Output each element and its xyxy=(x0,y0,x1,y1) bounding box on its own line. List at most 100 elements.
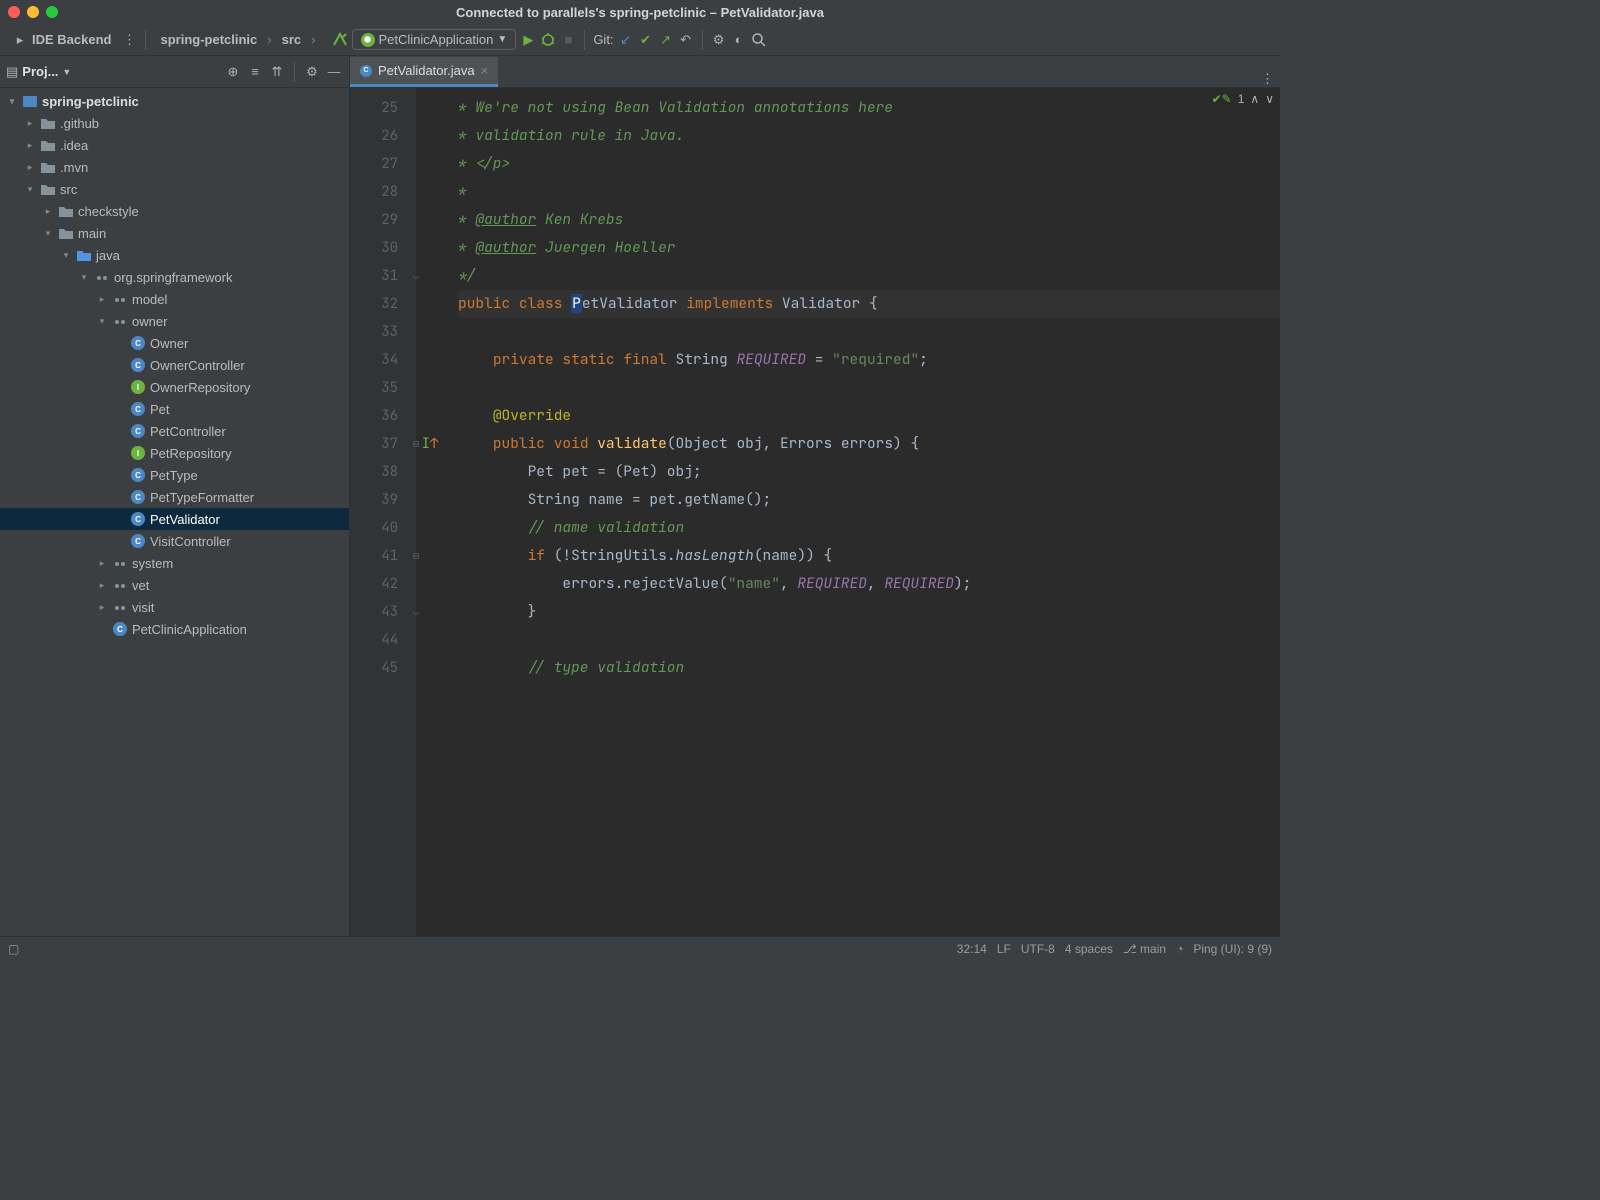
tree-node[interactable]: CPet xyxy=(0,398,349,420)
line-number[interactable]: 38 xyxy=(350,458,416,486)
file-encoding[interactable]: UTF-8 xyxy=(1021,942,1055,956)
gutter[interactable]: 25262728293031⌄323334353637I↑⊟38394041⊟4… xyxy=(350,88,416,936)
line-number[interactable]: 31⌄ xyxy=(350,262,416,290)
code-line[interactable]: */ xyxy=(458,262,1280,290)
line-number[interactable]: 37I↑⊟ xyxy=(350,430,416,458)
expand-arrow-icon[interactable]: ▾ xyxy=(6,96,18,107)
line-number[interactable]: 34 xyxy=(350,346,416,374)
indent-info[interactable]: 4 spaces xyxy=(1065,942,1113,956)
hide-panel-icon[interactable]: — xyxy=(325,63,343,81)
line-number[interactable]: 40 xyxy=(350,514,416,542)
next-highlight-icon[interactable]: ∨ xyxy=(1265,92,1274,106)
tree-node[interactable]: ▸vet xyxy=(0,574,349,596)
project-tree[interactable]: ▾spring-petclinic▸.github▸.idea▸.mvn▾src… xyxy=(0,88,349,936)
code-with-me-icon[interactable]: ◐ xyxy=(731,32,747,48)
code-line[interactable]: * We're not using Bean Validation annota… xyxy=(458,94,1280,122)
line-number[interactable]: 27 xyxy=(350,150,416,178)
code-line[interactable]: // type validation xyxy=(458,654,1280,682)
line-number[interactable]: 33 xyxy=(350,318,416,346)
expand-arrow-icon[interactable]: ▸ xyxy=(96,294,108,305)
line-number[interactable]: 30 xyxy=(350,234,416,262)
tree-node[interactable]: ▸checkstyle xyxy=(0,200,349,222)
tree-node[interactable]: ▾java xyxy=(0,244,349,266)
code-line[interactable]: // name validation xyxy=(458,514,1280,542)
fold-icon[interactable]: ⌄ xyxy=(402,262,430,290)
line-number[interactable]: 45 xyxy=(350,654,416,682)
run-icon[interactable]: ▶ xyxy=(520,32,536,48)
editor-tab[interactable]: C PetValidator.java × xyxy=(350,57,498,87)
line-number[interactable]: 42 xyxy=(350,570,416,598)
tree-node[interactable]: ▾spring-petclinic xyxy=(0,90,349,112)
code-line[interactable]: * </p> xyxy=(458,150,1280,178)
expand-arrow-icon[interactable]: ▾ xyxy=(60,250,72,261)
git-branch[interactable]: ⎇ main xyxy=(1123,942,1166,956)
expand-arrow-icon[interactable]: ▾ xyxy=(42,228,54,239)
tab-options-icon[interactable]: ⋮ xyxy=(1255,71,1280,87)
expand-arrow-icon[interactable]: ▸ xyxy=(96,558,108,569)
tree-node[interactable]: CVisitController xyxy=(0,530,349,552)
line-number[interactable]: 35 xyxy=(350,374,416,402)
expand-arrow-icon[interactable]: ▸ xyxy=(24,140,36,151)
git-pull-icon[interactable]: ↙ xyxy=(618,32,634,48)
breadcrumb[interactable]: spring-petclinic src xyxy=(154,30,327,49)
tree-node[interactable]: ▸.github xyxy=(0,112,349,134)
code-line[interactable]: String name = pet.getName(); xyxy=(458,486,1280,514)
code-line[interactable]: if (!StringUtils.hasLength(name)) { xyxy=(458,542,1280,570)
line-number[interactable]: 44 xyxy=(350,626,416,654)
breadcrumb-item[interactable]: spring-petclinic xyxy=(160,32,257,47)
expand-arrow-icon[interactable]: ▾ xyxy=(78,272,90,283)
tree-node-selected[interactable]: CPetValidator xyxy=(0,508,349,530)
project-panel-title[interactable]: Proj... xyxy=(22,64,58,79)
code-line[interactable] xyxy=(458,318,1280,346)
line-number[interactable]: 43⌄ xyxy=(350,598,416,626)
code-line[interactable]: public void validate(Object obj, Errors … xyxy=(458,430,1280,458)
tree-node[interactable]: CPetClinicApplication xyxy=(0,618,349,640)
code-line[interactable]: * @author Juergen Hoeller xyxy=(458,234,1280,262)
fold-icon[interactable]: ⊟ xyxy=(402,542,430,570)
ping-indicator[interactable]: Ping (UI): 9 (9) xyxy=(1193,942,1272,956)
git-push-icon[interactable]: ↗ xyxy=(658,32,674,48)
ide-backend-button[interactable]: ▸ IDE Backend xyxy=(6,30,117,50)
expand-arrow-icon[interactable]: ▸ xyxy=(42,206,54,217)
line-number[interactable]: 36 xyxy=(350,402,416,430)
tree-node[interactable]: CPetController xyxy=(0,420,349,442)
line-number[interactable]: 29 xyxy=(350,206,416,234)
code-line[interactable]: } xyxy=(458,598,1280,626)
more-icon[interactable]: ⋮ xyxy=(121,32,137,48)
code-line[interactable]: * xyxy=(458,178,1280,206)
caret-position[interactable]: 32:14 xyxy=(957,942,987,956)
code-line[interactable]: private static final String REQUIRED = "… xyxy=(458,346,1280,374)
tree-node[interactable]: ▾org.springframework xyxy=(0,266,349,288)
line-number[interactable]: 41⊟ xyxy=(350,542,416,570)
code-line[interactable]: public class PetValidator implements Val… xyxy=(458,290,1280,318)
line-separator[interactable]: LF xyxy=(997,942,1011,956)
tree-node[interactable]: ▾main xyxy=(0,222,349,244)
line-number[interactable]: 26 xyxy=(350,122,416,150)
expand-arrow-icon[interactable]: ▸ xyxy=(24,162,36,173)
prev-highlight-icon[interactable]: ∧ xyxy=(1250,92,1259,106)
tree-node[interactable]: ▸system xyxy=(0,552,349,574)
code-line[interactable]: errors.rejectValue("name", REQUIRED, REQ… xyxy=(458,570,1280,598)
code-line[interactable]: * validation rule in Java. xyxy=(458,122,1280,150)
tree-node[interactable]: ▾owner xyxy=(0,310,349,332)
notifications-icon[interactable]: ◔ xyxy=(1176,942,1183,956)
inspection-widget[interactable]: ✔✎ 1 ∧ ∨ xyxy=(1212,92,1274,106)
line-number[interactable]: 32 xyxy=(350,290,416,318)
code-area[interactable]: 25262728293031⌄323334353637I↑⊟38394041⊟4… xyxy=(350,88,1280,936)
expand-arrow-icon[interactable]: ▾ xyxy=(96,316,108,327)
git-commit-icon[interactable]: ✔ xyxy=(638,32,654,48)
close-tab-icon[interactable]: × xyxy=(481,63,489,78)
line-number[interactable]: 25 xyxy=(350,94,416,122)
expand-arrow-icon[interactable]: ▸ xyxy=(96,602,108,613)
tool-window-toggle-icon[interactable]: ▢ xyxy=(8,942,19,956)
tree-node[interactable]: ▸.idea xyxy=(0,134,349,156)
dropdown-icon[interactable]: ▼ xyxy=(62,67,71,77)
tree-node[interactable]: IOwnerRepository xyxy=(0,376,349,398)
search-icon[interactable] xyxy=(751,32,767,48)
expand-arrow-icon[interactable]: ▸ xyxy=(24,118,36,129)
stop-icon[interactable]: ■ xyxy=(560,32,576,48)
git-history-icon[interactable]: ↶ xyxy=(678,32,694,48)
code-content[interactable]: * We're not using Bean Validation annota… xyxy=(416,88,1280,936)
code-line[interactable]: * @author Ken Krebs xyxy=(458,206,1280,234)
build-icon[interactable] xyxy=(332,32,348,48)
